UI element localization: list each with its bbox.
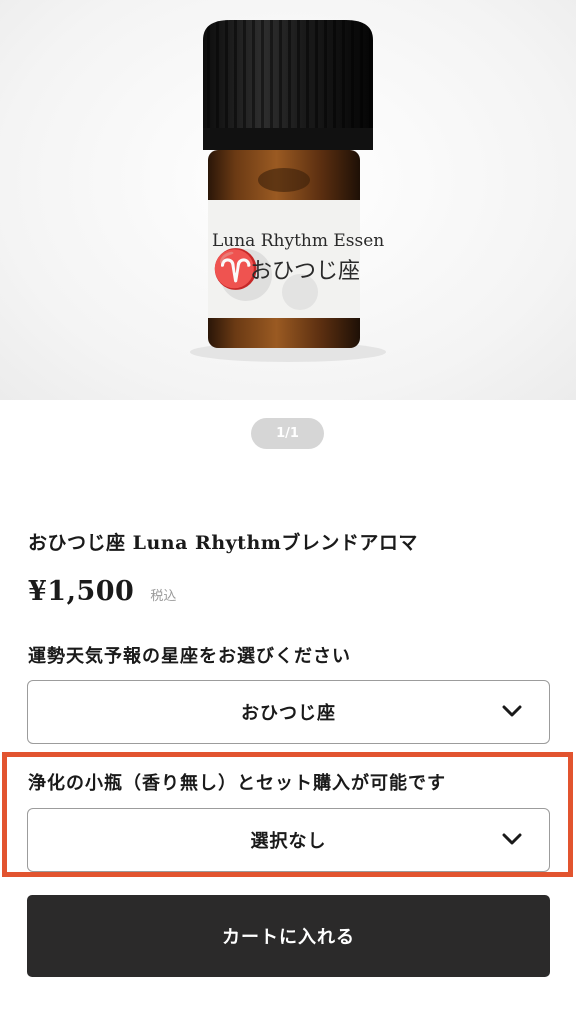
zodiac-select-value: おひつじ座: [241, 703, 336, 724]
image-pager: 1/1: [251, 418, 324, 449]
bottle-label-subtext: おひつじ座: [250, 259, 360, 284]
bottle-set-select[interactable]: 選択なし: [27, 808, 550, 872]
zodiac-select[interactable]: おひつじ座: [27, 680, 550, 744]
tax-note: 税込: [150, 589, 177, 604]
add-to-cart-button[interactable]: カートに入れる: [27, 895, 550, 977]
chevron-down-icon: [502, 705, 522, 717]
bottle-option-label: 浄化の小瓶（香り無し）とセット購入が可能です: [28, 773, 446, 794]
bottle-set-select-value: 選択なし: [250, 831, 327, 852]
zodiac-option-label: 運勢天気予報の星座をお選びください: [28, 646, 351, 667]
product-price: ¥1,500: [28, 576, 135, 607]
product-image-gallery[interactable]: Luna Rhythm Essen ♈ おひつじ座: [0, 0, 576, 400]
product-title: おひつじ座 Luna Rhythmブレンドアロマ: [28, 532, 418, 554]
product-image: Luna Rhythm Essen ♈ おひつじ座: [190, 20, 386, 362]
chevron-down-icon: [502, 833, 522, 845]
price-row: ¥1,500 税込: [28, 576, 176, 607]
